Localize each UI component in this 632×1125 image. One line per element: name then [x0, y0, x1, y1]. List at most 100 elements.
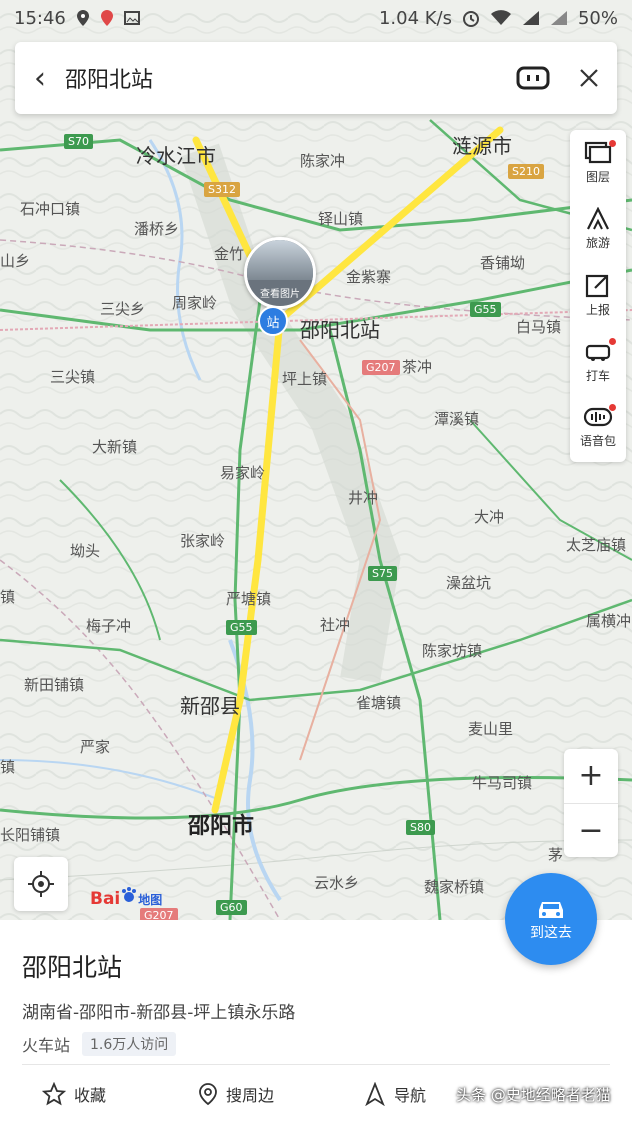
map-label-dushanzhen[interactable]: 铎山镇 [318, 208, 363, 229]
map-label-shaoyangshi[interactable]: 邵阳市 [188, 808, 254, 840]
road-badge-g207b: G207 [140, 908, 178, 920]
robot-assistant-button[interactable] [505, 50, 561, 106]
map-label-xiangpuwu[interactable]: 香铺坳 [480, 252, 525, 273]
road-badge-s75: S75 [368, 566, 397, 581]
station-photo-pin[interactable]: 查看图片 [244, 237, 316, 309]
map-label-shaoyangbei[interactable]: 邵阳北站 [300, 314, 380, 343]
signal-icon [522, 11, 539, 25]
road-badge-g55a: G55 [470, 302, 501, 317]
divider [22, 1064, 610, 1065]
zoom-controls: + − [564, 749, 618, 857]
map-label-weijiaqiao[interactable]: 魏家桥镇 [424, 876, 484, 897]
road-badge-g207a: G207 [362, 360, 400, 375]
locate-icon [28, 871, 54, 897]
place-name: 邵阳北站 [22, 953, 123, 982]
notification-dot [609, 338, 616, 345]
tool-voice[interactable]: 语音包 [570, 394, 626, 460]
net-speed: 1.04 K/s [378, 7, 452, 29]
favorite-button[interactable]: 收藏 [42, 1082, 106, 1106]
map-label-chenjiachong[interactable]: 陈家冲 [300, 150, 345, 171]
navigate-button[interactable]: 导航 [364, 1082, 426, 1106]
map-label-zhen_left[interactable]: 镇 [0, 586, 15, 607]
road-badge-s80: S80 [406, 820, 435, 835]
map-label-yanzhenzhen[interactable]: 严塘镇 [226, 588, 271, 609]
map-label-sanjianzhen[interactable]: 三尖镇 [50, 366, 95, 387]
map-label-yunshuixiang[interactable]: 云水乡 [314, 872, 359, 893]
search-bar[interactable]: ‹ 邵阳北站 [15, 42, 617, 114]
map-label-sanjianxiang[interactable]: 三尖乡 [100, 298, 145, 319]
zoom-out-button[interactable]: − [564, 804, 618, 858]
map-label-lengshuijiang[interactable]: 冷水江市 [136, 140, 216, 169]
map-label-zaoyikeng[interactable]: 澡盆坑 [446, 572, 491, 593]
map-label-mao[interactable]: 茅 [548, 844, 563, 865]
map-view[interactable]: 冷水江市 涟源市 陈家冲 石冲口镇 潘桥乡 铎山镇 金竹 金紫寨 香铺坳 山乡 三尖乡 周家岭 邵阳北站… [0, 0, 632, 920]
map-label-yanjia[interactable]: 严家 [80, 736, 110, 757]
map-label-zhen_left2[interactable]: 镇 [0, 756, 15, 777]
navigate-label: 导航 [394, 1086, 427, 1105]
road-badge-g55b: G55 [226, 620, 257, 635]
navigate-icon [365, 1082, 385, 1106]
map-label-quetangzhen[interactable]: 雀塘镇 [356, 692, 401, 713]
map-label-xinshaoxian[interactable]: 新邵县 [180, 690, 240, 719]
du-paw-icon [122, 887, 137, 902]
tool-label: 打车 [585, 369, 610, 383]
search-title[interactable]: 邵阳北站 [65, 62, 505, 94]
go-here-button[interactable]: 到这去 [505, 873, 597, 965]
map-tools-panel: 图层旅游上报打车语音包 [570, 130, 626, 462]
robot-icon [516, 66, 550, 90]
back-icon[interactable]: ‹ [15, 61, 65, 96]
map-label-pingshangzhen[interactable]: 坪上镇 [282, 368, 327, 389]
nearby-button[interactable]: 搜周边 [198, 1082, 274, 1106]
map-label-jinzizhai[interactable]: 金紫寨 [346, 266, 391, 287]
notification-dot [609, 140, 616, 147]
map-label-dachong[interactable]: 大冲 [474, 506, 504, 527]
map-label-zhangjialing[interactable]: 张家岭 [180, 530, 225, 551]
map-label-lianyuan[interactable]: 涟源市 [452, 130, 512, 159]
status-time: 15:46 [14, 7, 66, 29]
map-label-jinzhu[interactable]: 金竹 [214, 243, 244, 264]
tool-layers[interactable]: 图层 [570, 130, 626, 196]
map-label-baimazhen[interactable]: 白马镇 [516, 316, 561, 337]
map-label-panqiao[interactable]: 潘桥乡 [134, 218, 179, 239]
tool-report[interactable]: 上报 [570, 262, 626, 328]
map-label-aotou[interactable]: 坳头 [70, 540, 100, 561]
tool-taxi[interactable]: 打车 [570, 328, 626, 394]
place-category: 火车站 [22, 1036, 71, 1055]
map-label-changyangpu[interactable]: 长阳铺镇 [0, 824, 60, 845]
alarm-icon [462, 11, 479, 27]
tool-label: 旅游 [585, 236, 610, 250]
map-label-maishanli[interactable]: 麦山里 [468, 718, 513, 739]
map-label-shechong[interactable]: 社冲 [320, 614, 350, 635]
map-label-meizichong[interactable]: 梅子冲 [86, 615, 131, 636]
map-label-xintianpu[interactable]: 新田铺镇 [24, 674, 84, 695]
map-label-zhoujialing[interactable]: 周家岭 [172, 292, 217, 313]
map-label-jingchong[interactable]: 井冲 [348, 487, 378, 508]
close-icon [580, 69, 598, 87]
tool-travel[interactable]: 旅游 [570, 196, 626, 262]
train-station-icon[interactable]: 站 [258, 306, 288, 336]
status-bar: 15:46 1.04 K/s 50% [0, 0, 632, 36]
travel-icon [584, 206, 612, 234]
map-label-niumaqiao[interactable]: 牛马司镇 [472, 772, 532, 793]
view-photo-label: 查看图片 [260, 289, 300, 300]
logo-map-text: 地图 [138, 893, 163, 907]
signal-icon-2 [550, 11, 567, 25]
location-icon [76, 10, 89, 26]
logo-bai: Bai [90, 889, 121, 909]
tool-label: 图层 [585, 170, 610, 184]
map-label-xiang_left[interactable]: 山乡 [0, 250, 30, 271]
map-label-yijialing[interactable]: 易家岭 [220, 462, 265, 483]
zoom-in-button[interactable]: + [564, 749, 618, 804]
visit-count-badge: 1.6万人访问 [82, 1032, 177, 1056]
close-button[interactable] [561, 50, 617, 106]
locate-button[interactable] [14, 857, 68, 911]
map-label-chenjiafang[interactable]: 陈家坊镇 [422, 640, 482, 661]
place-category-row: 火车站 1.6万人访问 [22, 1032, 177, 1056]
map-label-tanxizhen[interactable]: 潭溪镇 [434, 408, 479, 429]
map-label-daxinzhen[interactable]: 大新镇 [92, 436, 137, 457]
battery-level: 50% [577, 7, 618, 29]
map-label-shichongkou[interactable]: 石冲口镇 [20, 198, 80, 219]
map-label-shuhengzhen[interactable]: 属横冲 [586, 610, 631, 631]
map-label-taizhimiao[interactable]: 太芝庙镇 [566, 534, 626, 555]
map-label-chachong[interactable]: 茶冲 [402, 356, 432, 377]
